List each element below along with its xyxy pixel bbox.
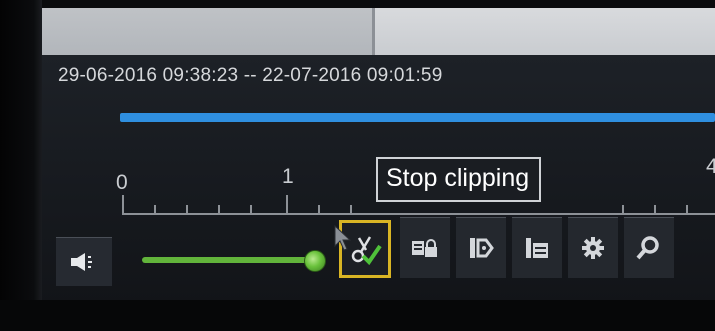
volume-slider-thumb[interactable]	[304, 250, 326, 272]
tick-label-1: 1	[282, 165, 294, 188]
monitor-bezel-bottom	[0, 300, 715, 331]
speaker-icon	[71, 253, 92, 271]
volume-slider[interactable]	[142, 250, 326, 272]
clip-check-icon	[351, 236, 382, 266]
timeline-tick	[350, 205, 352, 213]
zoom-icon	[636, 236, 659, 260]
tag-button[interactable]	[456, 217, 506, 278]
tick-label-0: 0	[116, 171, 128, 194]
time-range-label: 29-06-2016 09:38:23 -- 22-07-2016 09:01:…	[58, 65, 443, 86]
timeline-tick	[654, 205, 656, 213]
timeline-tick	[686, 205, 688, 213]
timeline-tick	[186, 205, 188, 213]
playback-progress-bar[interactable]	[120, 113, 715, 122]
file-list-icon	[526, 238, 548, 258]
gear-icon	[582, 237, 604, 259]
zoom-button[interactable]	[624, 217, 674, 278]
video-area	[42, 8, 715, 55]
tag-icon	[470, 238, 494, 258]
lock-file-icon	[412, 239, 437, 257]
video-shade	[42, 8, 372, 55]
monitor-bezel-left	[0, 0, 42, 331]
timeline-tick	[286, 195, 288, 213]
timeline-tick	[154, 205, 156, 213]
volume-slider-track	[142, 257, 312, 263]
timeline-tick	[622, 205, 624, 213]
file-list-button[interactable]	[512, 217, 562, 278]
timeline-axis-line	[122, 213, 715, 215]
timeline-tick	[122, 195, 124, 213]
video-divider	[372, 8, 375, 55]
playback-screen: 29-06-2016 09:38:23 -- 22-07-2016 09:01:…	[42, 8, 715, 308]
volume-button[interactable]	[56, 237, 112, 286]
timeline-tick	[318, 205, 320, 213]
mouse-cursor-icon	[334, 225, 352, 251]
settings-button[interactable]	[568, 217, 618, 278]
lock-file-button[interactable]	[400, 217, 450, 278]
timeline-tick	[218, 205, 220, 213]
tick-label-4: 4	[706, 155, 715, 178]
stop-clipping-tooltip: Stop clipping	[376, 157, 542, 202]
timeline-tick	[250, 205, 252, 213]
playback-control-panel: 29-06-2016 09:38:23 -- 22-07-2016 09:01:…	[42, 55, 715, 308]
